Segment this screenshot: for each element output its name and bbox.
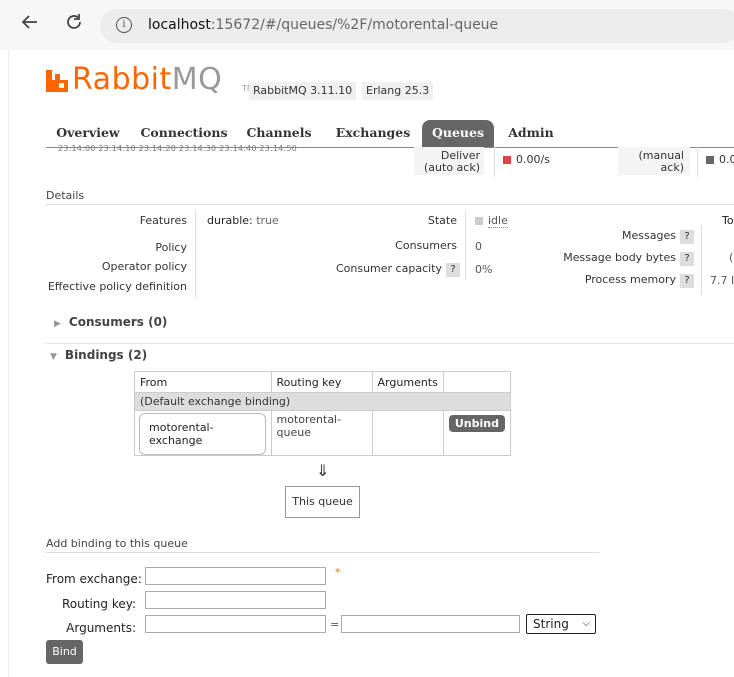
equals-sign: =: [330, 618, 340, 631]
column-header-from: From: [134, 371, 272, 393]
state-label: State: [427, 214, 457, 227]
details-col-sep-1: [195, 210, 196, 298]
chevron-down-icon: ⌵: [582, 618, 590, 629]
version-badge: RabbitMQ 3.11.10: [249, 82, 357, 100]
address-bar[interactable]: i localhost:15672/#/queues/%2F/motorenta…: [100, 9, 734, 43]
consumer-capacity-label: Consumer capacity?: [300, 262, 460, 277]
column-header-routing-key: Routing key: [270, 371, 373, 393]
tab-admin[interactable]: Admin: [504, 120, 558, 148]
from-cell: motorental-exchange: [134, 410, 272, 456]
state-value: idle: [475, 214, 508, 228]
help-icon[interactable]: ?: [446, 263, 460, 277]
state-idle-icon: [475, 217, 483, 225]
consumers-value: 0: [475, 240, 482, 253]
argument-type-select[interactable]: String ⌵: [526, 614, 596, 634]
reload-icon[interactable]: [62, 12, 86, 36]
arguments-label: Arguments:: [66, 621, 136, 635]
body-bytes-partial: (: [729, 251, 734, 264]
process-memory-partial: 7.7 I: [710, 274, 734, 287]
help-icon[interactable]: ?: [680, 274, 694, 288]
message-body-bytes-label: Message body bytes?: [540, 251, 694, 266]
process-memory-label: Process memory?: [560, 273, 694, 288]
argument-key-input[interactable]: [145, 615, 326, 633]
bindings-section-toggle[interactable]: ▼ Bindings (2): [50, 348, 147, 362]
unbind-button[interactable]: Unbind: [448, 415, 505, 432]
details-col-sep-3: [701, 225, 702, 295]
consumers-label: Consumers: [395, 239, 457, 252]
bind-button[interactable]: Bind: [46, 640, 83, 664]
details-divider: [46, 204, 734, 205]
column-header-arguments: Arguments: [371, 371, 444, 393]
browser-toolbar: i localhost:15672/#/queues/%2F/motorenta…: [0, 0, 734, 50]
tab-exchanges[interactable]: Exchanges: [330, 120, 416, 148]
bindings-table: From Routing key Arguments (Default exch…: [134, 371, 512, 456]
messages-label: Messages?: [560, 229, 694, 244]
routing-key-label: Routing key:: [62, 597, 136, 611]
details-heading: Details: [46, 189, 85, 202]
operator-policy-label: Operator policy: [101, 260, 187, 273]
consumer-capacity-value: 0%: [475, 263, 493, 276]
default-binding-cell: (Default exchange binding): [134, 392, 511, 411]
help-icon[interactable]: ?: [680, 252, 694, 266]
required-marker: *: [335, 566, 341, 579]
chevron-down-icon: ▼: [50, 352, 57, 362]
consumers-section-toggle[interactable]: ▶ Consumers (0): [54, 315, 167, 329]
add-binding-divider: [46, 552, 599, 553]
exchange-link[interactable]: motorental-exchange: [139, 413, 266, 455]
rabbitmq-logo-icon: [46, 70, 68, 92]
erlang-badge: Erlang 25.3: [362, 82, 434, 100]
total-header-partial: To: [722, 214, 734, 227]
tab-queues[interactable]: Queues: [422, 120, 494, 148]
rate-separator: [494, 147, 495, 177]
rate-separator-2: [697, 147, 698, 177]
info-icon[interactable]: i: [116, 17, 132, 33]
manual-ack-rate: 0.0: [706, 153, 734, 166]
back-arrow-icon[interactable]: [18, 12, 42, 36]
features-label: Features: [139, 214, 187, 227]
logo-text: RabbitMQ: [72, 62, 223, 97]
from-exchange-input[interactable]: [145, 567, 326, 585]
down-arrow-icon: ⇓: [316, 461, 330, 480]
manual-swatch: [706, 156, 714, 164]
bindings-divider: [46, 343, 734, 344]
features-value: durable: true: [207, 214, 279, 227]
table-header-row: From Routing key Arguments: [134, 371, 512, 393]
from-exchange-label: From exchange:: [46, 572, 142, 586]
table-row: (Default exchange binding): [134, 392, 511, 411]
chart-time-axis: 23:14:00 23:14:10 23:14:20 23:14:30 23:1…: [58, 144, 297, 153]
manual-ack-label: (manual ack): [638, 149, 685, 174]
deliver-rate: 0.00/s: [503, 153, 550, 166]
routing-key-input[interactable]: [145, 591, 326, 609]
policy-label: Policy: [155, 241, 187, 254]
add-binding-heading: Add binding to this queue: [46, 537, 188, 550]
argument-value-input[interactable]: [341, 615, 520, 633]
routing-key-cell: motorental-queue: [270, 410, 373, 456]
this-queue-box: This queue: [285, 486, 360, 518]
url-text: localhost:15672/#/queues/%2F/motorental-…: [148, 17, 499, 33]
effective-policy-label: Effective policy definition: [47, 280, 187, 293]
deliver-swatch: [503, 156, 511, 164]
help-icon[interactable]: ?: [680, 230, 694, 244]
chevron-right-icon: ▶: [54, 319, 61, 329]
action-cell: Unbind: [442, 410, 512, 456]
details-col-sep-2: [465, 210, 466, 280]
arguments-cell: [371, 410, 444, 456]
deliver-label: Deliver (auto ack): [424, 149, 480, 174]
column-header-actions: [442, 371, 512, 393]
table-row: motorental-exchange motorental-queue Unb…: [134, 410, 512, 456]
